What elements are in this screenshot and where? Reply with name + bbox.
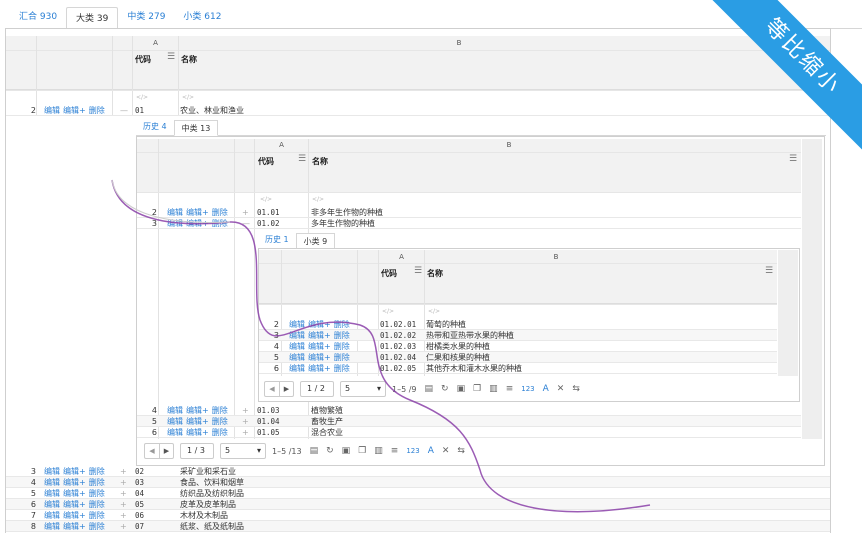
decorative-curve (111, 179, 651, 513)
